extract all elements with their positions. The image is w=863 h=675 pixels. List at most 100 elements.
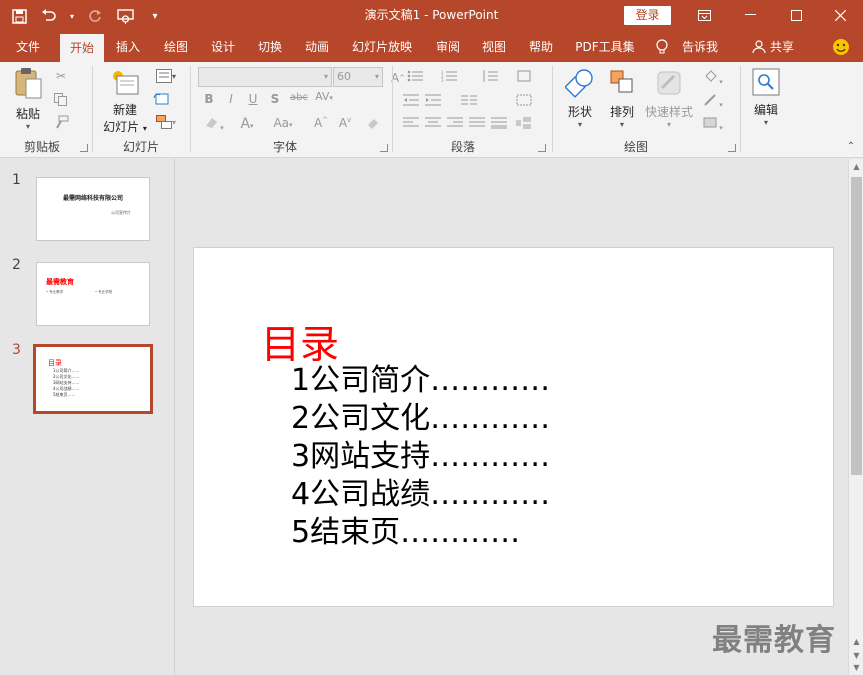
font-name-combo[interactable]: ▾ [198, 67, 332, 87]
tab-home[interactable]: 开始 [60, 34, 104, 62]
font-launcher-icon[interactable] [380, 144, 388, 152]
tab-tell-me[interactable]: 告诉我 [678, 32, 722, 62]
scroll-up-icon[interactable]: ▲ [849, 162, 863, 171]
scroll-next-slide-icon[interactable]: ▼ [849, 651, 863, 660]
copy-icon [52, 92, 70, 108]
arrange-icon [610, 70, 633, 93]
title-bar: ▾ ▾ 演示文稿1 - PowerPoint 登录 [0, 0, 863, 32]
decrease-font-icon: Av [338, 116, 352, 130]
tab-slideshow[interactable]: 幻灯片放映 [347, 32, 417, 62]
thumb1-title: 最需网络科技有限公司 [62, 195, 123, 202]
cut-icon: ✂ [55, 69, 67, 83]
section-icon[interactable]: ▾ [152, 114, 180, 130]
tab-draw[interactable]: 绘图 [156, 32, 196, 62]
scroll-prev-slide-icon[interactable]: ▲ [849, 637, 863, 646]
bold-icon: B [204, 92, 214, 106]
tab-insert[interactable]: 插入 [108, 32, 148, 62]
clipboard-launcher-icon[interactable] [80, 144, 88, 152]
paste-button[interactable]: 粘贴 ▾ [10, 66, 46, 131]
paste-icon [15, 68, 42, 99]
undo-icon[interactable] [38, 5, 60, 27]
text-direction-icon [512, 70, 536, 85]
bullets-icon [402, 70, 428, 85]
justify-icon [468, 117, 486, 132]
underline-icon: U [248, 92, 258, 106]
new-slide-label-line2: 幻灯片 ▾ [103, 120, 147, 134]
paragraph-group-label: 段落 [450, 140, 475, 154]
font-group-label: 字体 [272, 140, 297, 154]
font-size-combo[interactable]: 60 ▾ [333, 67, 383, 87]
tab-share[interactable]: 共享 [766, 32, 798, 62]
group-divider [190, 66, 191, 152]
present-from-start-icon[interactable] [114, 5, 136, 27]
new-slide-icon [113, 71, 139, 95]
slide-thumbnail-3[interactable]: 目录 1公司简介…… 2公司文化…… 3网站支持…… 4公司战绩…… 5结束页…… [33, 344, 153, 414]
tab-review[interactable]: 审阅 [428, 32, 468, 62]
smartart-convert-icon [512, 117, 536, 132]
group-divider [392, 66, 393, 152]
editing-button[interactable]: 编辑 ▾ [748, 68, 784, 127]
distributed-icon [490, 117, 508, 132]
current-slide[interactable]: 目录 1公司简介………… 2公司文化………… 3网站支持………… 4公司战绩……… [193, 247, 834, 607]
arrange-label: 排列 [609, 105, 634, 119]
slide-number-1: 1 [12, 172, 21, 188]
quick-access-toolbar: ▾ ▾ [8, 0, 166, 32]
slide-list-item: 3网站支持………… [291, 439, 551, 474]
columns-icon [456, 94, 482, 109]
group-divider [92, 66, 93, 152]
slide-list-item: 1公司简介………… [291, 363, 551, 398]
login-button[interactable]: 登录 [624, 6, 671, 25]
quick-styles-icon [657, 71, 681, 95]
scroll-down-icon[interactable]: ▼ [849, 663, 863, 672]
quick-styles-label: 快速样式 [644, 105, 693, 119]
tab-help[interactable]: 帮助 [521, 32, 561, 62]
tab-design[interactable]: 设计 [203, 32, 243, 62]
slide-number-3: 3 [12, 342, 21, 358]
scrollbar-thumb[interactable] [851, 177, 862, 475]
redo-icon [84, 5, 106, 27]
tab-view[interactable]: 视图 [474, 32, 514, 62]
shapes-button[interactable]: 形状 ▾ [560, 68, 600, 129]
decrease-indent-icon [402, 94, 420, 109]
char-spacing-icon: AV▾ [315, 90, 333, 103]
ribbon-display-options-icon[interactable] [681, 0, 727, 30]
editing-dropdown-icon: ▾ [763, 118, 768, 127]
drawing-launcher-icon[interactable] [728, 144, 736, 152]
save-icon[interactable] [8, 5, 30, 27]
tab-animations[interactable]: 动画 [297, 32, 337, 62]
tab-transitions[interactable]: 切换 [250, 32, 290, 62]
reset-slide-icon[interactable] [152, 91, 170, 107]
increase-font-icon: A^ [313, 116, 329, 130]
thumb3-list: 1公司简介…… 2公司文化…… 3网站支持…… 4公司战绩…… 5结束页…… [53, 368, 80, 398]
tab-file[interactable]: 文件 [6, 32, 50, 62]
feedback-smiley-icon[interactable] [830, 32, 852, 62]
increase-indent-icon [424, 94, 442, 109]
collapse-ribbon-icon[interactable]: ⌃ [842, 138, 860, 154]
new-slide-button[interactable]: 新建 幻灯片 ▾ [100, 68, 150, 135]
new-slide-label-line1: 新建 [112, 103, 137, 117]
arrange-dropdown-icon: ▾ [619, 120, 624, 129]
close-icon[interactable] [817, 0, 863, 30]
customize-toolbar-icon[interactable]: ▾ [144, 5, 166, 27]
vertical-scrollbar[interactable]: ▲ ▲ ▼ ▼ [848, 159, 863, 675]
shapes-icon [564, 69, 593, 98]
slide-thumbnail-2[interactable]: 最需教育 • 专业教学 • 专业学院 [36, 262, 150, 326]
arrange-button[interactable]: 排列 ▾ [604, 68, 640, 129]
undo-dropdown-icon[interactable]: ▾ [68, 5, 76, 27]
thumb2-col2: • 专业学院 [95, 290, 113, 294]
slides-group-label: 幻灯片 [122, 140, 159, 154]
slide-content-list[interactable]: 1公司简介………… 2公司文化………… 3网站支持………… 4公司战绩………… … [291, 362, 550, 552]
minimize-icon[interactable] [727, 0, 773, 30]
lightbulb-icon[interactable] [654, 32, 670, 62]
slide-thumbnail-1[interactable]: 最需网络科技有限公司 公司宣传片 [36, 177, 150, 241]
shapes-label: 形状 [567, 105, 592, 119]
find-magnifier-icon [752, 68, 780, 96]
tab-pdf-tools[interactable]: PDF工具集 [572, 32, 638, 62]
ribbon-home: 粘贴 ▾ ✂ 剪贴板 新建 幻灯片 ▾ ▾ ▾ 幻灯片 ▾ 60 ▾ A ^ B I… [0, 62, 863, 158]
paragraph-launcher-icon[interactable] [538, 144, 546, 152]
layout-icon[interactable]: ▾ [152, 68, 180, 84]
slide-number-2: 2 [12, 257, 21, 273]
shapes-dropdown-icon: ▾ [577, 120, 582, 129]
thumb2-col1: • 专业教学 [46, 290, 64, 294]
maximize-icon[interactable] [773, 0, 819, 30]
